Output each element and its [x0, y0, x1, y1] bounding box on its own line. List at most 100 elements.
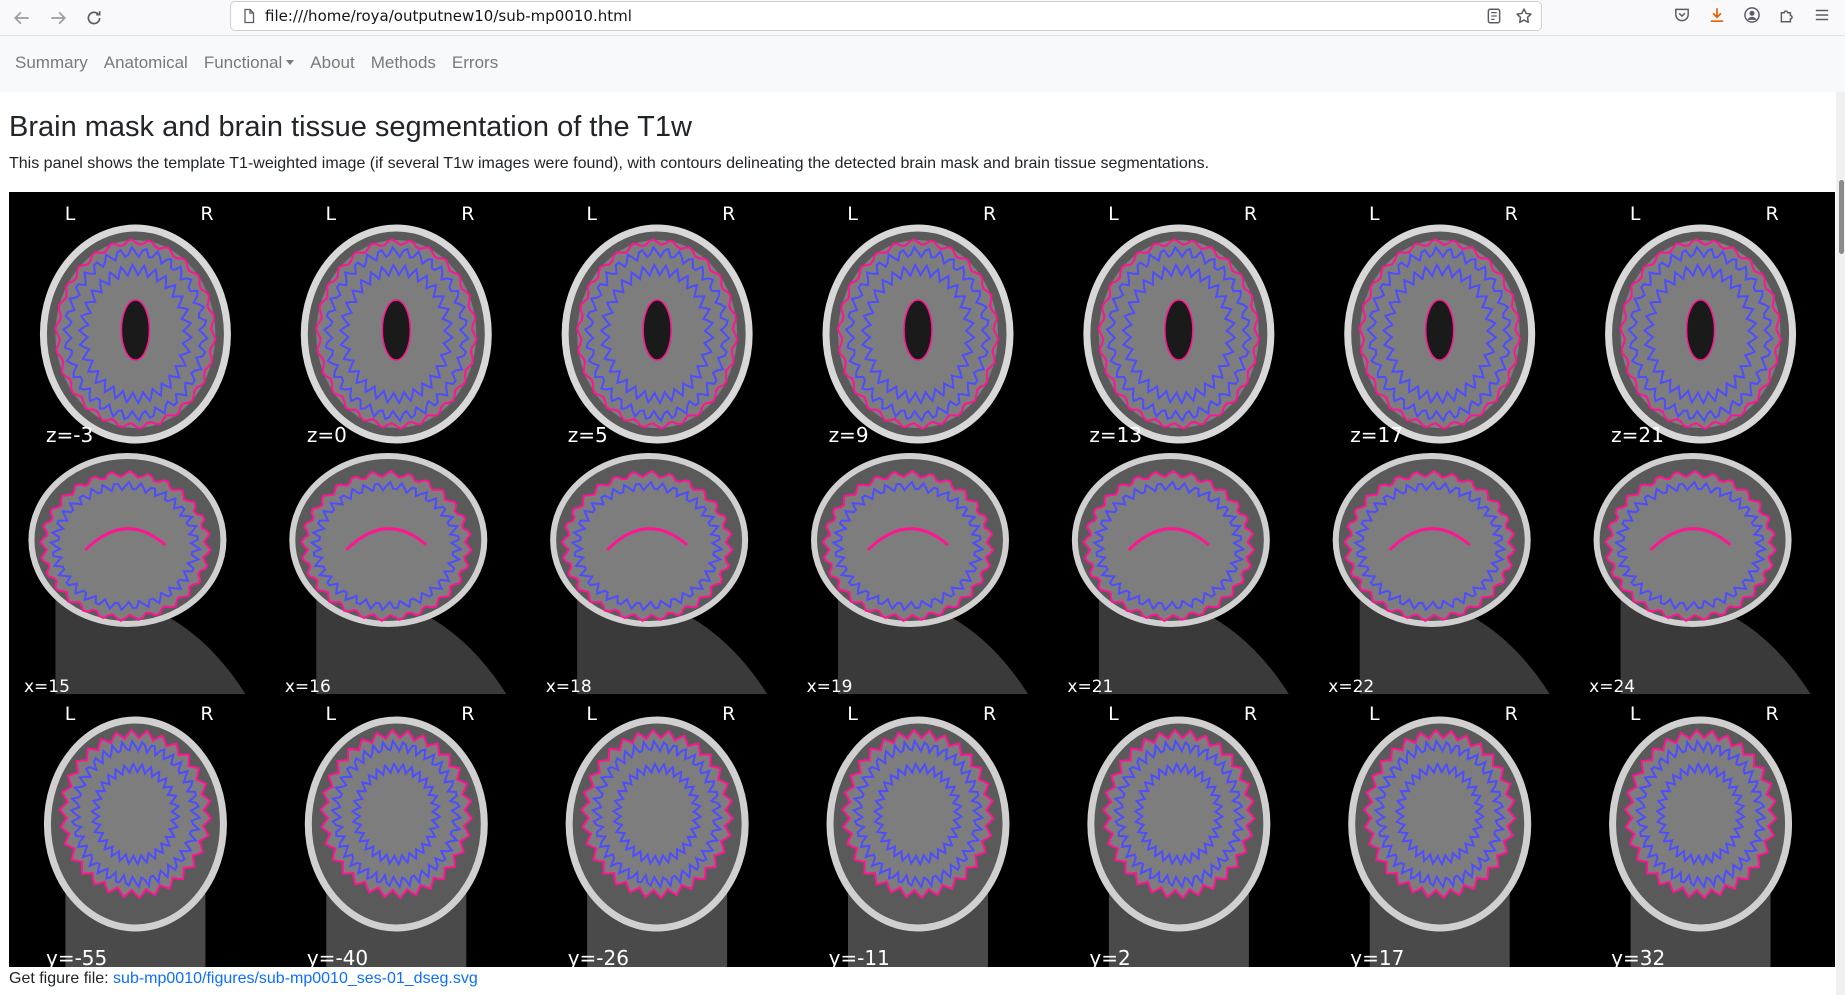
brain-slice-coronal: L Ry=-26	[565, 703, 749, 967]
scrollbar-thumb[interactable]	[1839, 180, 1844, 254]
orientation-right-label: R	[200, 703, 213, 725]
orientation-left-label: L	[65, 703, 76, 725]
bookmark-star-icon[interactable]	[1515, 7, 1533, 29]
orientation-right-label: R	[1505, 703, 1518, 725]
page-icon	[241, 8, 257, 24]
brain-slice-axial: L Rz=17	[1344, 203, 1536, 447]
section-description: This panel shows the template T1-weighte…	[9, 155, 1210, 172]
nav-item-label: Functional	[203, 53, 283, 72]
orientation-right-label: R	[983, 703, 996, 725]
slice-coordinate-label: z=17	[1350, 423, 1403, 447]
pocket-icon[interactable]	[1673, 6, 1691, 28]
mosaic-svg: L Rz=-3 L Rz=0 L Rz=5 L Rz=9 L Rz=13 L Rz=17 L Rz=21 x…	[24, 203, 1811, 967]
orientation-left-label: L	[1369, 203, 1380, 225]
nav-item-methods[interactable]: Methods	[371, 53, 436, 73]
slice-coordinate-label: x=19	[807, 677, 853, 697]
reader-icon[interactable]	[1485, 7, 1503, 29]
brain-slice-coronal: L Ry=2	[1087, 703, 1271, 967]
orientation-left-label: L	[1630, 203, 1641, 225]
brain-slice-coronal: L Ry=32	[1609, 703, 1793, 967]
caret-down-icon	[286, 60, 295, 65]
orientation-right-label: R	[722, 703, 735, 725]
brain-slice-sagittal: x=19	[807, 453, 1028, 697]
slice-coordinate-label: z=0	[307, 423, 347, 447]
orientation-right-label: R	[461, 203, 474, 225]
slice-coordinate-label: z=5	[568, 423, 608, 447]
nav-item-functional[interactable]: Functional	[203, 53, 295, 73]
brain-slice-coronal: L Ry=17	[1348, 703, 1532, 967]
orientation-left-label: L	[1108, 703, 1119, 725]
nav-item-label: Anatomical	[103, 53, 188, 72]
brain-slice-sagittal: x=21	[1067, 453, 1289, 697]
slice-coordinate-label: y=-40	[307, 946, 368, 967]
segmentation-figure: L Rz=-3 L Rz=0 L Rz=5 L Rz=9 L Rz=13 L Rz=17 L Rz=21 x…	[9, 192, 1835, 967]
forward-icon[interactable]	[44, 4, 72, 32]
slice-coordinate-label: x=16	[285, 677, 331, 697]
orientation-left-label: L	[1108, 203, 1119, 225]
back-icon[interactable]	[8, 4, 36, 32]
brain-slice-axial: L Rz=13	[1083, 203, 1275, 447]
slice-coordinate-label: y=-26	[568, 946, 629, 967]
orientation-left-label: L	[65, 203, 76, 225]
brain-slice-sagittal: x=16	[285, 453, 507, 697]
nav-item-label: About	[310, 53, 355, 72]
page-scrollbar[interactable]	[1836, 92, 1845, 995]
orientation-left-label: L	[847, 203, 858, 225]
orientation-right-label: R	[461, 703, 474, 725]
slice-coordinate-label: x=18	[546, 677, 592, 697]
slice-coordinate-label: z=9	[829, 423, 869, 447]
orientation-left-label: L	[847, 703, 858, 725]
slice-coordinate-label: x=24	[1589, 677, 1635, 697]
slice-coordinate-label: y=-11	[829, 946, 890, 967]
brain-slice-sagittal: x=22	[1328, 453, 1550, 697]
nav-item-label: Summary	[15, 53, 88, 72]
reload-icon[interactable]	[80, 4, 108, 32]
orientation-right-label: R	[1766, 203, 1779, 225]
brain-slice-axial: L Rz=0	[300, 203, 492, 447]
slice-coordinate-label: z=-3	[46, 423, 93, 447]
account-icon[interactable]	[1743, 6, 1761, 28]
brain-slice-coronal: L Ry=-40	[304, 703, 488, 967]
download-icon[interactable]	[1708, 6, 1726, 28]
page-title: Brain mask and brain tissue segmentation…	[9, 111, 692, 143]
orientation-left-label: L	[586, 203, 597, 225]
brain-slice-axial: L Rz=5	[561, 203, 753, 447]
brain-slice-coronal: L Ry=-55	[43, 703, 227, 967]
orientation-right-label: R	[1244, 703, 1257, 725]
nav-item-errors[interactable]: Errors	[452, 53, 498, 73]
brain-slice-sagittal: x=15	[24, 453, 246, 697]
orientation-right-label: R	[1244, 203, 1257, 225]
figure-file-link[interactable]: sub-mp0010/figures/sub-mp0010_ses-01_dse…	[113, 970, 478, 987]
extensions-icon[interactable]	[1778, 6, 1796, 28]
brain-slice-sagittal: x=18	[546, 453, 768, 697]
figure-file-prefix: Get figure file:	[9, 970, 114, 987]
nav-item-label: Methods	[370, 53, 436, 72]
brain-slice-axial: L Rz=21	[1605, 203, 1797, 447]
orientation-left-label: L	[326, 703, 337, 725]
brain-slice-coronal: L Ry=-11	[826, 703, 1010, 967]
orientation-left-label: L	[326, 203, 337, 225]
nav-list: Summary Anatomical Functional About Methods E…	[15, 53, 514, 73]
slice-coordinate-label: x=22	[1328, 677, 1374, 697]
browser-toolbar: file:///home/roya/outputnew10/sub-mp0010…	[0, 0, 1845, 36]
orientation-left-label: L	[1630, 703, 1641, 725]
nav-item-about[interactable]: About	[310, 53, 354, 73]
slice-coordinate-label: z=13	[1089, 423, 1142, 447]
menu-icon[interactable]	[1813, 6, 1831, 28]
slice-coordinate-label: x=21	[1067, 677, 1113, 697]
site-navbar: Summary Anatomical Functional About Methods E…	[0, 36, 1845, 92]
orientation-right-label: R	[200, 203, 213, 225]
orientation-right-label: R	[722, 203, 735, 225]
nav-item-summary[interactable]: Summary	[15, 53, 88, 73]
slice-coordinate-label: x=15	[24, 677, 70, 697]
orientation-right-label: R	[983, 203, 996, 225]
url-text[interactable]: file:///home/roya/outputnew10/sub-mp0010…	[265, 7, 632, 25]
orientation-left-label: L	[1369, 703, 1380, 725]
url-bar[interactable]: file:///home/roya/outputnew10/sub-mp0010…	[230, 1, 1542, 31]
nav-item-label: Errors	[451, 53, 499, 72]
slice-coordinate-label: y=-55	[46, 946, 107, 967]
slice-coordinate-label: y=2	[1089, 946, 1130, 967]
brain-slice-axial: L Rz=9	[822, 203, 1014, 447]
slice-coordinate-label: y=32	[1611, 946, 1665, 967]
nav-item-anatomical[interactable]: Anatomical	[104, 53, 188, 73]
